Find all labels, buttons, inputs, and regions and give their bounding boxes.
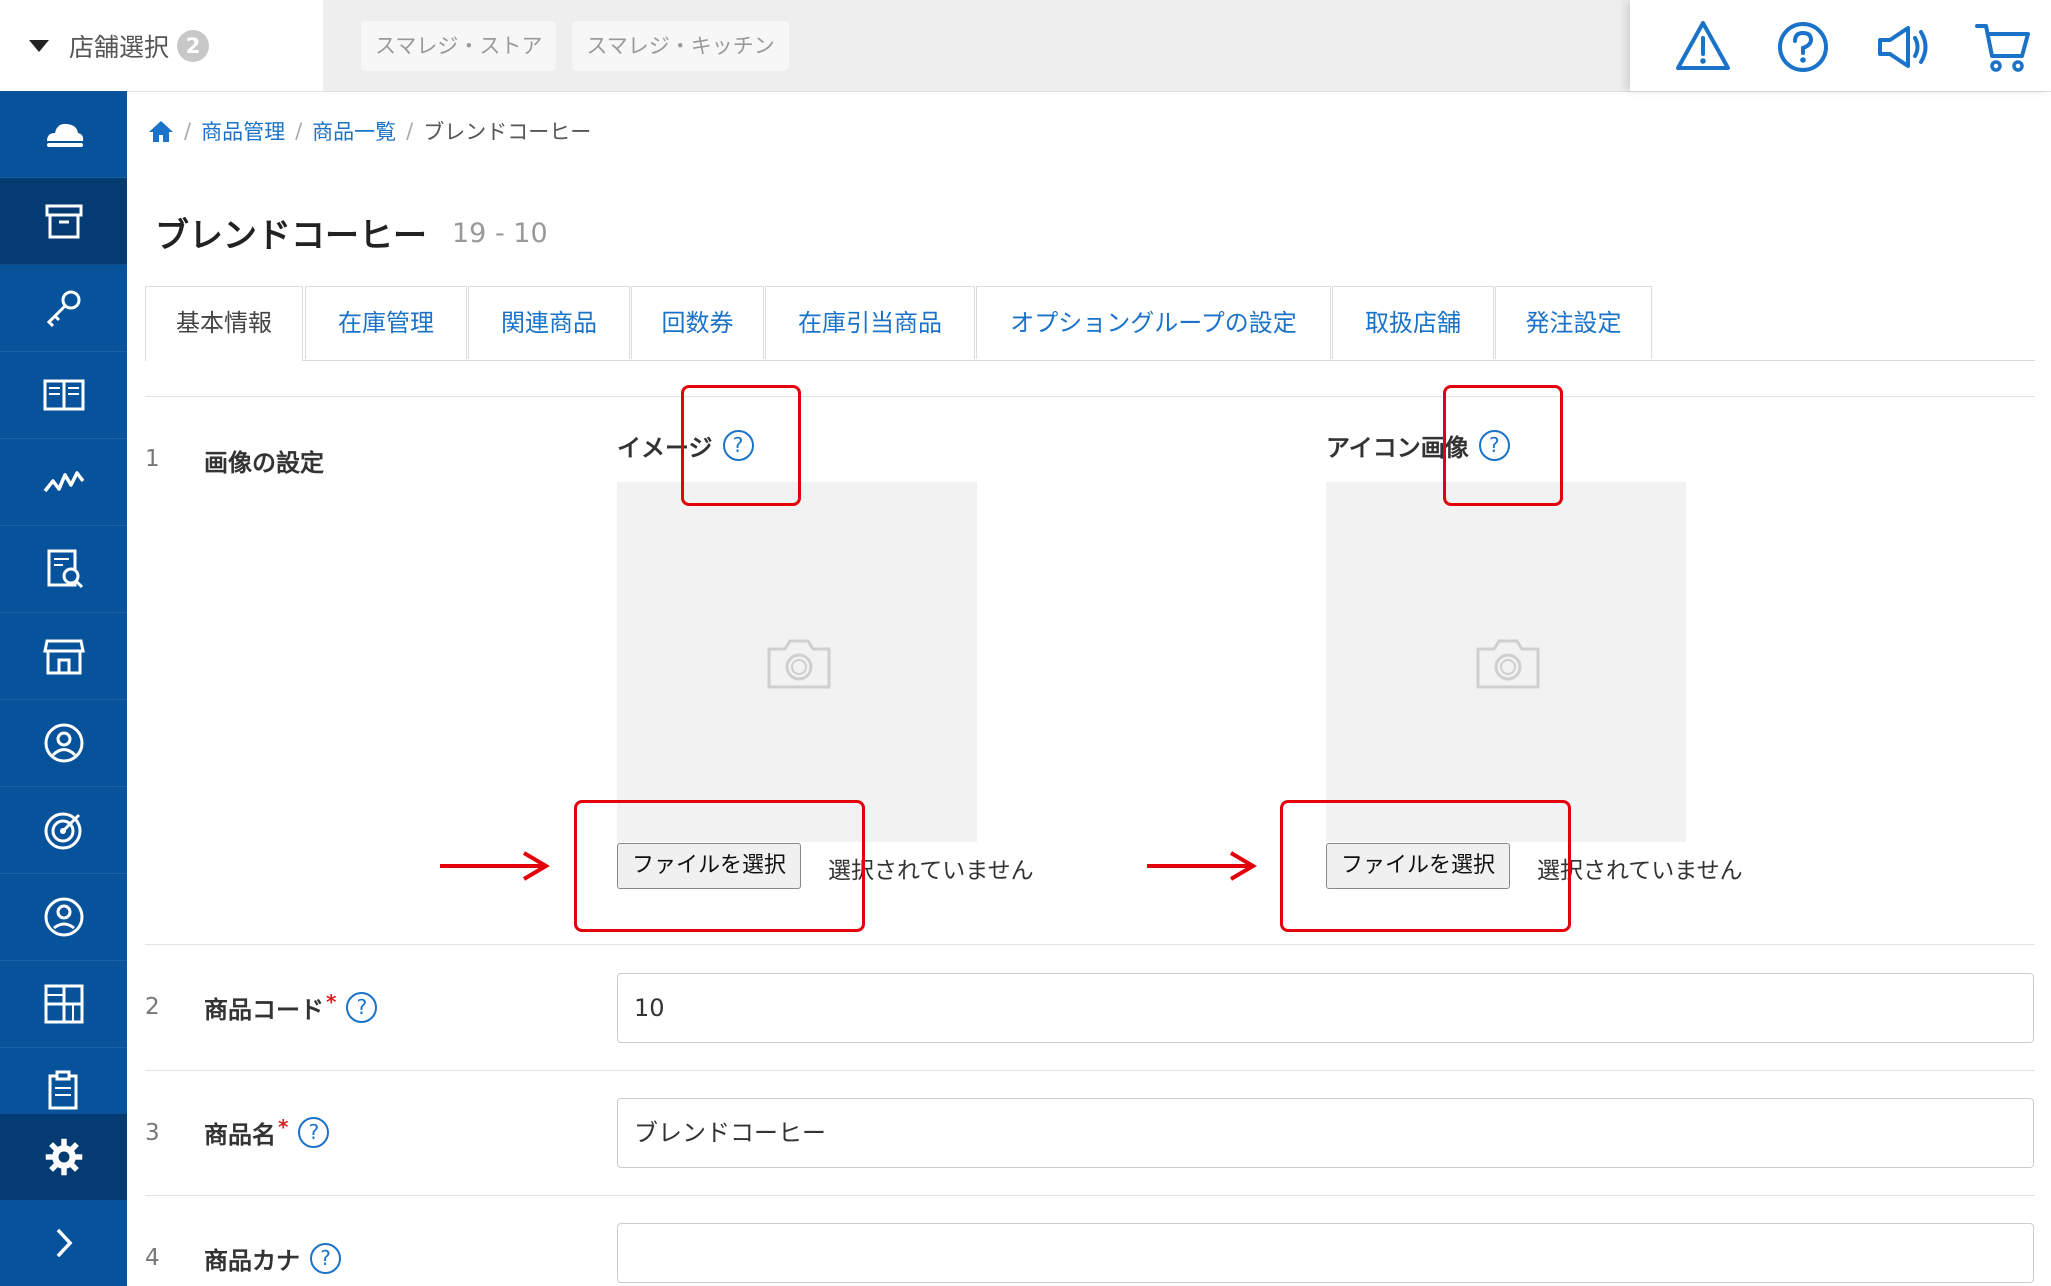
key-icon	[46, 290, 80, 328]
clipboard-icon	[48, 1070, 77, 1110]
tab-option-groups[interactable]: オプショングループの設定	[976, 286, 1331, 359]
archive-box-icon	[45, 204, 82, 239]
annotation-arrow-right-icon	[440, 851, 550, 881]
caret-down-icon	[29, 39, 49, 52]
breadcrumb-current: ブレンドコーヒー	[423, 120, 592, 144]
sidebar-item-analytics[interactable]	[0, 439, 127, 526]
tab-stock-allocation[interactable]: 在庫引当商品	[765, 286, 975, 359]
camera-icon	[767, 639, 831, 689]
row-label-product-code: 商品コード * ?	[204, 989, 378, 1025]
store-select-dropdown[interactable]: 店舗選択 2	[0, 0, 323, 91]
required-mark: *	[278, 1114, 289, 1139]
sidebar-item-key[interactable]	[0, 265, 127, 352]
selected-stores-area: スマレジ・ストア スマレジ・キッチン	[323, 0, 1630, 91]
sidebar-item-apps[interactable]	[0, 961, 127, 1048]
tab-inventory[interactable]: 在庫管理	[305, 286, 467, 359]
page-title: ブレンドコーヒー	[155, 216, 427, 256]
help-icon[interactable]: ?	[346, 992, 378, 1023]
product-kana-input[interactable]	[617, 1223, 2034, 1283]
store-select-label: 店舗選択	[69, 32, 170, 62]
page-subtitle: 19 - 10	[452, 218, 548, 249]
annotation-highlight-icon-button	[1280, 800, 1571, 932]
sidebar-settings[interactable]	[0, 1114, 127, 1200]
top-bar: 店舗選択 2 スマレジ・ストア スマレジ・キッチン	[0, 0, 2051, 92]
row-number: 4	[145, 1245, 160, 1271]
annotation-highlight-icon-help	[1443, 385, 1563, 506]
cart-icon[interactable]	[1974, 18, 2032, 76]
row-number: 1	[145, 446, 160, 472]
tab-coupon-tickets[interactable]: 回数券	[631, 286, 764, 359]
sidebar-item-reports[interactable]	[0, 526, 127, 613]
gear-icon	[45, 1138, 82, 1176]
report-search-icon	[47, 549, 83, 589]
tab-bar: 基本情報 在庫管理 関連商品 回数券 在庫引当商品 オプショングループの設定 取…	[145, 286, 2035, 361]
help-circle-icon[interactable]	[1774, 18, 1832, 76]
row-label-product-name: 商品名 * ?	[204, 1114, 330, 1150]
product-name-input[interactable]: ブレンドコーヒー	[617, 1098, 2034, 1168]
help-icon[interactable]: ?	[310, 1243, 341, 1274]
sidebar-item-book[interactable]	[0, 352, 127, 439]
person-icon	[44, 897, 83, 937]
megaphone-icon[interactable]	[1874, 18, 1932, 76]
annotation-highlight-image-button	[574, 800, 865, 932]
annotation-highlight-image-help	[681, 385, 801, 506]
sidebar-item-customer[interactable]	[0, 874, 127, 961]
top-icon-group	[1630, 0, 2051, 91]
grid-icon	[44, 984, 83, 1024]
sidebar-item-target[interactable]	[0, 787, 127, 874]
home-icon[interactable]	[148, 119, 174, 143]
breadcrumb: / 商品管理 / 商品一覧 / ブレンドコーヒー	[148, 116, 591, 146]
help-icon[interactable]: ?	[298, 1117, 330, 1148]
chevron-right-icon	[56, 1228, 72, 1258]
image-preview	[617, 482, 977, 842]
product-code-input[interactable]: 10	[617, 973, 2034, 1043]
tab-related-products[interactable]: 関連商品	[468, 286, 630, 359]
sidebar-item-home[interactable]	[0, 91, 127, 178]
row-number: 3	[145, 1120, 160, 1146]
store-chip[interactable]: スマレジ・ストア	[361, 20, 557, 71]
row-label-image-settings: 画像の設定	[204, 449, 324, 477]
row-label-product-kana: 商品カナ ?	[204, 1241, 341, 1276]
sidebar-item-products[interactable]	[0, 178, 127, 265]
tab-basic-info[interactable]: 基本情報	[145, 286, 303, 361]
user-circle-icon	[44, 723, 83, 763]
breadcrumb-link-product-management[interactable]: 商品管理	[201, 116, 285, 146]
camera-icon	[1476, 639, 1540, 689]
row-number: 2	[145, 994, 160, 1020]
breadcrumb-link-product-list[interactable]: 商品一覧	[312, 116, 396, 146]
tab-order-settings[interactable]: 発注設定	[1495, 286, 1652, 359]
required-mark: *	[326, 989, 337, 1014]
store-chip[interactable]: スマレジ・キッチン	[572, 20, 789, 71]
cloud-icon	[46, 123, 83, 147]
sidebar-item-store[interactable]	[0, 613, 127, 700]
annotation-arrow-right-icon	[1147, 851, 1257, 881]
book-icon	[43, 379, 84, 411]
sidebar-expand[interactable]	[0, 1200, 127, 1286]
store-icon	[42, 639, 85, 675]
chart-line-icon	[43, 471, 84, 493]
sidebar-item-staff[interactable]	[0, 700, 127, 787]
target-icon	[44, 812, 81, 850]
tab-stores[interactable]: 取扱店舗	[1332, 286, 1494, 359]
store-count-badge: 2	[177, 29, 210, 62]
icon-image-preview	[1326, 482, 1686, 842]
alert-triangle-icon[interactable]	[1674, 18, 1732, 76]
sidebar	[0, 91, 127, 1286]
